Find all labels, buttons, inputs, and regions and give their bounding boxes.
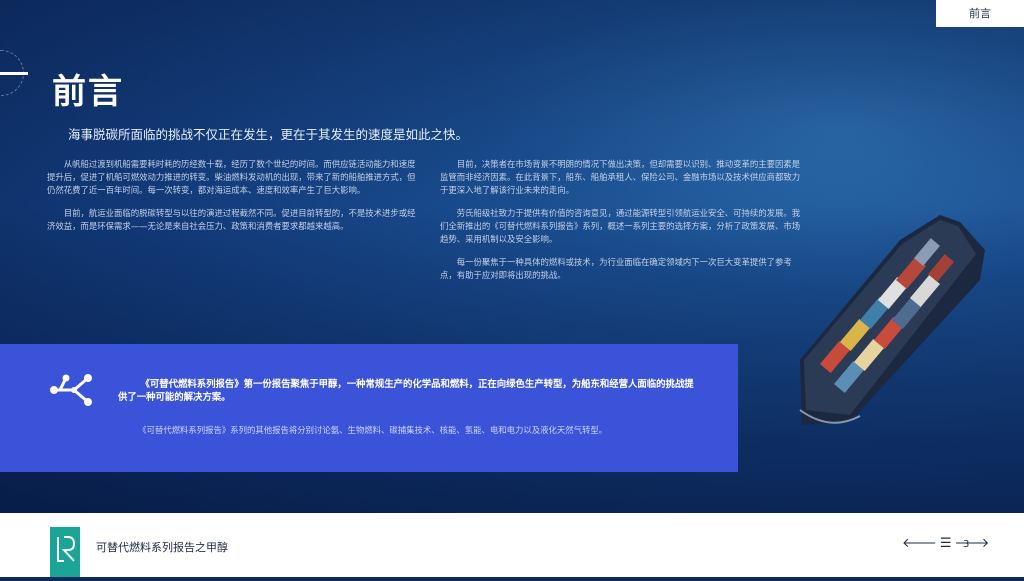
callout-main-text: 《可替代燃料系列报告》第一份报告聚焦于甲醇，一种常规生产的化学品和燃料，正在向绿… [118,379,694,403]
share-network-icon [50,374,92,406]
footer: 可替代燃料系列报告之甲醇 🡐☰🡒 3 [0,513,1024,577]
lr-logo-mark [57,536,76,562]
highlight-callout: 《可替代燃料系列报告》第一份报告聚焦于甲醇，一种常规生产的化学品和燃料，正在向绿… [0,344,738,472]
menu-icon[interactable]: ☰ [940,536,955,551]
right-paragraph: 每一份聚焦于一种具体的燃料或技术，为行业面临在确定领域内下一次巨大变革提供了参考… [440,257,792,280]
left-text-column: 从帆船过渡到机船需要耗时耗的历经数十载，经历了数个世纪的时间。而供应链活动能力和… [47,158,419,243]
right-paragraph: 目前，决策者在市场背景不明朗的情况下做出决策，但却需要以识别、推动变革的主要因素… [440,159,801,195]
right-paragraph: 劳氏船级社致力于提供有价值的咨询意见，通过能源转型引领航运业安全、可持续的发展。… [440,208,801,244]
next-page-icon[interactable]: 🡒 [955,536,993,551]
lr-logo [50,527,80,577]
previous-page-icon[interactable]: 🡐 [902,536,940,551]
document-name: 可替代燃料系列报告之甲醇 [96,541,228,554]
left-paragraph: 从帆船过渡到机船需要耗时耗的历经数十载，经历了数个世纪的时间。而供应链活动能力和… [47,159,416,195]
lead-sentence: 海事脱碳所面临的挑战不仅正在发生，更在于其发生的速度是如此之快。 [68,127,469,142]
right-text-column: 目前，决策者在市场背景不明朗的情况下做出决策，但却需要以识别、推动变革的主要因素… [440,158,802,292]
container-ship-image [799,215,985,425]
left-paragraph: 目前，航运业面临的脱碳转型与以往的演进过程截然不同。促进目前转型的，不是技术进步… [47,208,416,231]
page-title: 前言 [52,72,124,112]
section-tab[interactable]: 前言 [936,0,1024,27]
decorative-bar [0,72,28,75]
page-number: 3 [963,539,970,550]
callout-sub-text: 《可替代燃料系列报告》系列的其他报告将分别讨论氨、生物燃料、碳捕集技术、核能、氢… [138,425,608,435]
page-navigation: 🡐☰🡒 [902,535,992,551]
